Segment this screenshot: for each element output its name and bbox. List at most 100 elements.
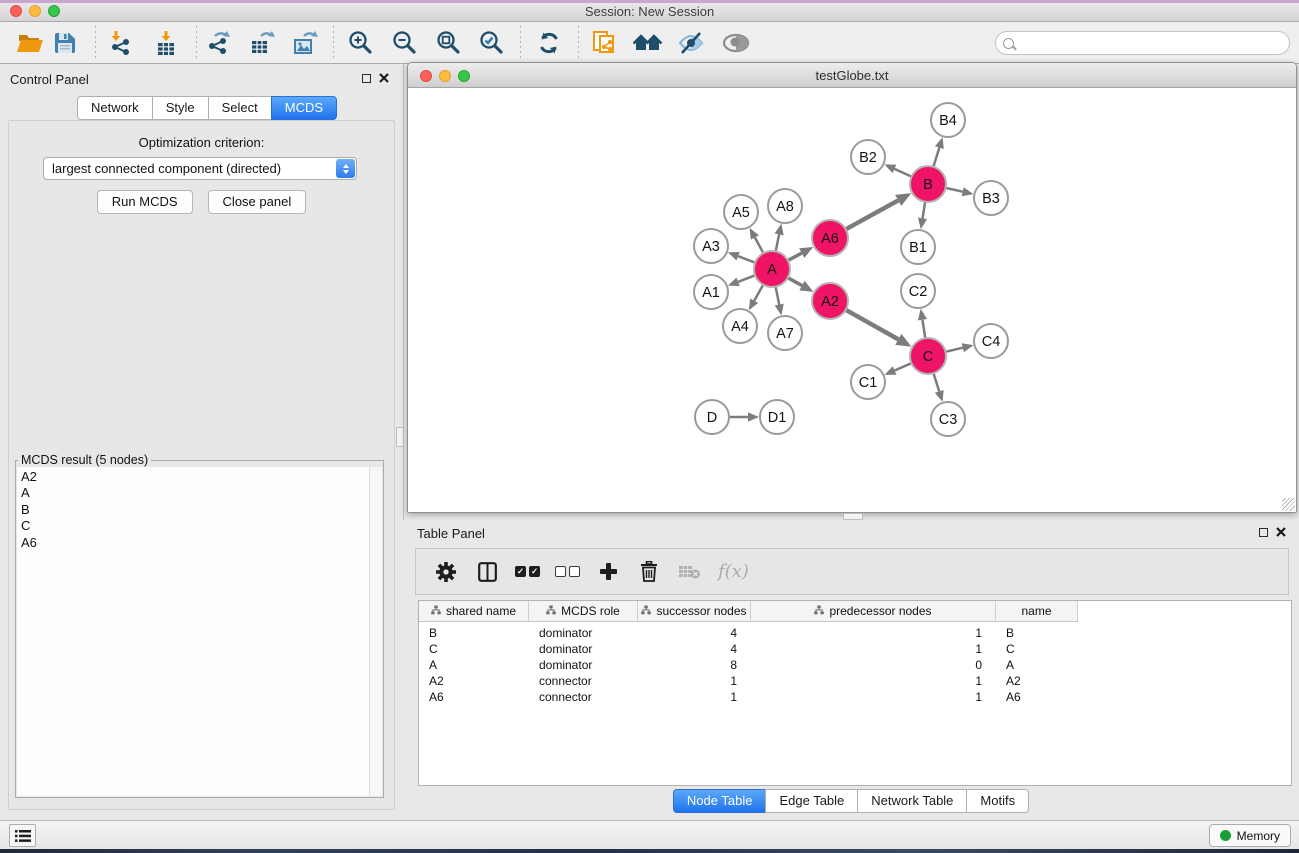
graph-node-A2[interactable]: A2 [812, 283, 848, 319]
graph-edge-A-A3[interactable] [738, 256, 755, 262]
home-layout-icon[interactable] [630, 27, 666, 59]
graph-edge-A-A6[interactable] [788, 253, 802, 260]
save-session-icon[interactable] [47, 27, 83, 59]
float-panel-icon[interactable] [362, 74, 371, 83]
graph-edge-A-A7[interactable] [776, 287, 780, 305]
graph-edge-A-A8[interactable] [776, 234, 780, 251]
close-panel-icon[interactable] [379, 73, 389, 83]
search-field[interactable] [995, 31, 1290, 55]
graph-node-A6[interactable]: A6 [812, 220, 848, 256]
table-tab-network-table[interactable]: Network Table [857, 789, 967, 813]
table-tab-motifs[interactable]: Motifs [966, 789, 1029, 813]
graph-node-A8[interactable]: A8 [768, 189, 802, 223]
table-row[interactable]: Cdominator41C [419, 641, 1291, 657]
graph-edge-A6-B[interactable] [846, 200, 898, 229]
table-row[interactable]: A2connector11A2 [419, 673, 1291, 689]
criterion-dropdown[interactable]: largest connected component (directed) [43, 157, 357, 180]
column-header-name[interactable]: name [996, 601, 1078, 622]
graph-node-A1[interactable]: A1 [694, 275, 728, 309]
float-panel-icon[interactable] [1259, 528, 1268, 537]
export-image-icon[interactable] [287, 27, 323, 59]
graph-edge-A-A2[interactable] [788, 278, 802, 286]
zoom-out-icon[interactable] [387, 27, 423, 59]
table-tab-edge-table[interactable]: Edge Table [765, 789, 858, 813]
graph-node-C4[interactable]: C4 [974, 324, 1008, 358]
graph-edge-B-B3[interactable] [946, 188, 963, 192]
zoom-fit-icon[interactable] [431, 27, 467, 59]
show-panel-icon[interactable] [718, 27, 754, 59]
column-header-predecessor-nodes[interactable]: predecessor nodes [751, 601, 996, 622]
close-panel-button[interactable]: Close panel [208, 190, 307, 214]
mcds-result-list[interactable]: A2ABCA6 [17, 467, 382, 796]
open-network-file-icon[interactable] [587, 27, 623, 59]
graph-node-B[interactable]: B [910, 166, 946, 202]
graph-node-B1[interactable]: B1 [901, 230, 935, 264]
refresh-view-icon[interactable] [531, 27, 567, 59]
run-mcds-button[interactable]: Run MCDS [97, 190, 193, 214]
table-row[interactable]: Adominator80A [419, 657, 1291, 673]
graph-node-C1[interactable]: C1 [851, 365, 885, 399]
mcds-result-item[interactable]: A [21, 485, 382, 501]
graph-edge-B-B2[interactable] [894, 169, 911, 177]
graph-node-C2[interactable]: C2 [901, 274, 935, 308]
vertical-splitter-handle[interactable] [396, 427, 404, 447]
memory-button[interactable]: Memory [1209, 824, 1291, 847]
column-header-successor-nodes[interactable]: successor nodes [638, 601, 751, 622]
window-resize-grip[interactable] [1282, 498, 1295, 511]
table-tab-node-table[interactable]: Node Table [673, 789, 767, 813]
mcds-result-item[interactable]: A6 [21, 535, 382, 551]
graph-node-B2[interactable]: B2 [851, 140, 885, 174]
column-layout-icon[interactable] [474, 559, 500, 585]
select-all-checkboxes-icon[interactable]: ✓✓ [515, 566, 540, 577]
column-header-shared-name[interactable]: shared name [419, 601, 529, 622]
graph-edge-A-A4[interactable] [754, 285, 763, 301]
graph-node-B4[interactable]: B4 [931, 103, 965, 137]
graph-node-D[interactable]: D [695, 400, 729, 434]
graph-node-A4[interactable]: A4 [723, 309, 757, 343]
tab-select[interactable]: Select [208, 96, 272, 120]
network-window-titlebar[interactable]: testGlobe.txt [408, 63, 1296, 88]
mcds-result-item[interactable]: C [21, 518, 382, 534]
horizontal-splitter-handle[interactable] [843, 513, 863, 520]
graph-node-A3[interactable]: A3 [694, 229, 728, 263]
graph-node-B3[interactable]: B3 [974, 181, 1008, 215]
delete-column-icon[interactable] [636, 559, 662, 585]
zoom-selected-icon[interactable] [474, 27, 510, 59]
graph-node-C3[interactable]: C3 [931, 402, 965, 436]
graph-edge-B-B1[interactable] [923, 202, 926, 219]
task-history-button[interactable] [9, 824, 36, 847]
mcds-result-scrollbar[interactable] [369, 467, 382, 796]
search-input[interactable] [1018, 33, 1289, 53]
graph-node-A[interactable]: A [754, 251, 790, 287]
hide-panel-icon[interactable] [673, 27, 709, 59]
graph-node-C[interactable]: C [910, 338, 946, 374]
graph-edge-A2-C[interactable] [846, 310, 899, 340]
open-session-icon[interactable] [12, 27, 48, 59]
tab-style[interactable]: Style [152, 96, 209, 120]
delete-table-icon[interactable] [677, 559, 703, 585]
graph-node-D1[interactable]: D1 [760, 400, 794, 434]
export-table-icon[interactable] [244, 27, 280, 59]
attribute-settings-icon[interactable] [433, 559, 459, 585]
graph-edge-B-B4[interactable] [933, 148, 939, 167]
close-panel-icon[interactable] [1276, 527, 1286, 537]
import-network-icon[interactable] [103, 27, 139, 59]
tab-network[interactable]: Network [77, 96, 153, 120]
function-builder-icon[interactable]: f(x) [718, 561, 749, 582]
mcds-result-item[interactable]: A2 [21, 469, 382, 485]
export-network-icon[interactable] [201, 27, 237, 59]
table-row[interactable]: A6connector11A6 [419, 689, 1291, 705]
mcds-result-item[interactable]: B [21, 502, 382, 518]
graph-edge-C-C2[interactable] [922, 320, 925, 339]
graph-edge-A-A5[interactable] [755, 237, 764, 253]
graph-edge-A-A1[interactable] [738, 275, 755, 281]
table-row[interactable]: Bdominator41B [419, 625, 1291, 641]
graph-edge-C-C1[interactable] [895, 363, 912, 370]
graph-node-A7[interactable]: A7 [768, 316, 802, 350]
import-table-icon[interactable] [148, 27, 184, 59]
graph-edge-C-C3[interactable] [933, 373, 939, 391]
tab-mcds[interactable]: MCDS [271, 96, 337, 120]
network-canvas[interactable]: B4B2BB3A5A8A6B1A3AC2A1A2A4A7C4CC1C3DD1 [408, 88, 1296, 512]
add-column-icon[interactable] [595, 559, 621, 585]
zoom-in-icon[interactable] [343, 27, 379, 59]
